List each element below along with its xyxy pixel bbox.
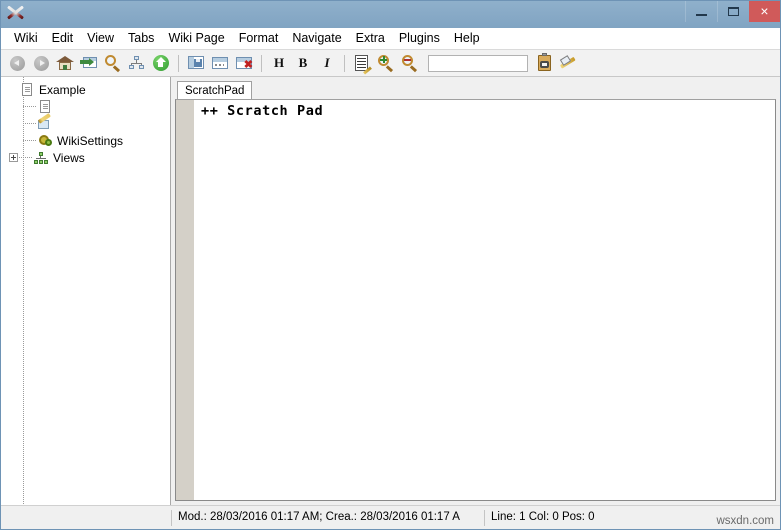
menu-item-view[interactable]: View [80,29,121,48]
zoom-out-icon [401,54,419,72]
editor-panel: ScratchPad ++ Scratch Pad [171,77,780,505]
wand-icon [559,54,578,72]
document-list-icon [353,54,372,75]
status-bar: Mod.: 28/03/2016 01:17 AM; Crea.: 28/03/… [1,505,780,529]
tab-strip: ScratchPad [175,81,776,99]
tree-view-button[interactable] [125,52,149,74]
tree-branch-line [23,140,36,141]
menu-item-plugins[interactable]: Plugins [392,29,447,48]
tree-item-wikisettings[interactable]: WikiSettings [1,132,170,149]
wiki-tree-panel[interactable]: Example WikiSettings Views [1,77,171,505]
italic-button[interactable]: I [315,52,339,74]
menu-item-format[interactable]: Format [232,29,286,48]
editor-gutter [176,100,195,500]
menu-item-navigate[interactable]: Navigate [285,29,348,48]
delete-page-button[interactable]: ✖ [232,52,256,74]
rename-page-button[interactable] [208,52,232,74]
zoom-in-button[interactable] [374,52,398,74]
open-in-window-icon [80,54,98,72]
menu-item-extra[interactable]: Extra [349,29,392,48]
rename-page-icon [211,54,229,72]
minimize-button[interactable] [685,1,717,22]
page-icon [19,82,35,97]
document-list-button[interactable] [350,52,374,75]
up-button[interactable] [149,52,173,74]
bold-button[interactable]: B [291,52,315,74]
close-icon: × [760,2,769,19]
menu-item-wiki-page[interactable]: Wiki Page [161,29,231,48]
tree-branch-line [19,157,32,158]
application-window: × Wiki Edit View Tabs Wiki Page Format N… [0,0,781,530]
home-button[interactable] [53,52,77,74]
zoom-in-icon [377,54,395,72]
search-button[interactable] [101,52,125,74]
tree-branch-line [23,106,36,107]
zoom-out-button[interactable] [398,52,422,74]
tree-item-example[interactable]: Example [1,81,170,98]
clipboard-catcher-icon [536,53,554,72]
toolbar-separator-1 [178,54,179,72]
tab-scratchpad[interactable]: ScratchPad [177,81,253,99]
tree-item-label: WikiSettings [57,133,124,148]
tree-item-child-page[interactable] [1,98,170,115]
tree-item-views[interactable]: Views [1,149,170,166]
search-input[interactable] [428,54,528,72]
open-in-new-window-button[interactable] [77,52,101,74]
tree-view-icon [128,54,146,72]
menu-item-tabs[interactable]: Tabs [121,29,161,48]
page-icon [37,99,53,114]
tree-item-scratchpad[interactable] [1,113,170,132]
menu-item-wiki[interactable]: Wiki [7,29,45,48]
bold-label: B [298,55,308,70]
toolbar-separator-3 [344,54,345,72]
tree-branch-line [23,123,36,124]
menu-bar: Wiki Edit View Tabs Wiki Page Format Nav… [1,28,780,50]
menu-item-help[interactable]: Help [447,29,487,48]
toolbar: ✖ H B I [1,50,780,77]
watermark: wsxdn.com [716,515,774,527]
back-button[interactable] [5,52,29,74]
gear-icon [37,133,53,148]
main-body: Example WikiSettings Views ScratchPad ++… [1,77,780,505]
title-bar: × [1,1,780,28]
maximize-button[interactable] [717,1,749,22]
menu-item-edit[interactable]: Edit [45,29,81,48]
window-controls: × [685,1,780,23]
expand-views-icon[interactable] [9,153,18,162]
forward-icon [33,55,49,71]
status-modified-created: Mod.: 28/03/2016 01:17 AM; Crea.: 28/03/… [178,511,460,523]
scratchpad-icon [37,113,53,131]
save-page-button[interactable] [184,52,208,74]
tree-item-label: Example [39,82,86,97]
tree-item-label: Views [53,150,85,165]
italic-label: I [324,55,330,70]
save-page-icon [187,54,205,72]
editor-surface[interactable]: ++ Scratch Pad [175,99,776,501]
heading-button[interactable]: H [267,52,291,74]
heading-label: H [273,55,285,70]
home-icon [56,54,74,72]
search-icon [104,54,122,72]
toolbar-separator-2 [261,54,262,72]
up-arrow-icon [152,54,170,72]
back-icon [9,55,25,71]
close-button[interactable]: × [749,1,780,22]
forward-button[interactable] [29,52,53,74]
views-icon [33,150,49,165]
delete-page-icon: ✖ [235,54,253,72]
clipboard-catcher-button[interactable] [533,52,557,74]
editor-text[interactable]: ++ Scratch Pad [195,100,775,500]
wand-button[interactable] [557,52,581,74]
crossed-pens-icon [5,2,29,24]
